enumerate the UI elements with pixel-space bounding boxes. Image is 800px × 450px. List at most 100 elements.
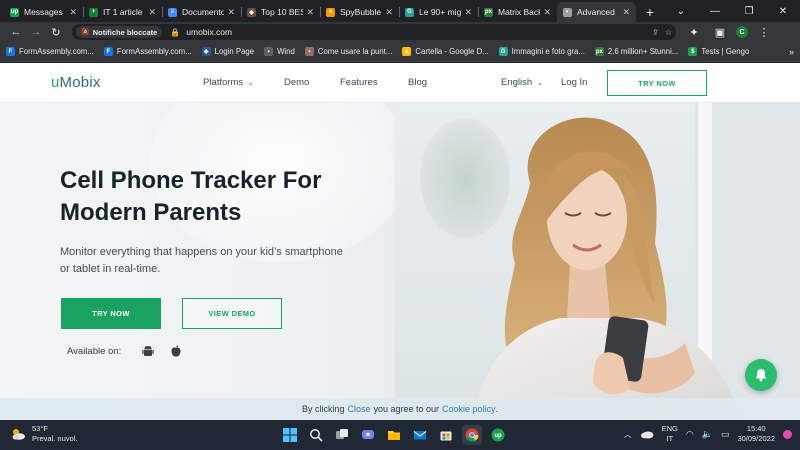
nav-blog[interactable]: Blog xyxy=(408,77,427,88)
bookmark-item[interactable]: ▪ Come usare la punt... xyxy=(304,47,392,56)
bookmark-item[interactable]: ▪ Wind xyxy=(264,47,295,56)
menu-kebab-icon[interactable]: ⋮ xyxy=(754,23,774,41)
clock[interactable]: 15:40 30/09/2022 xyxy=(737,424,775,444)
browser-tab[interactable]: ◆ Top 10 BEST✕ xyxy=(241,2,320,22)
browser-tab[interactable]: px Matrix Back ✕ xyxy=(478,2,557,22)
tab-close-icon[interactable]: ✕ xyxy=(543,7,551,18)
taskbar-search-button[interactable] xyxy=(306,425,326,445)
restore-button[interactable]: ❐ xyxy=(732,0,766,22)
bookmark-item[interactable]: ◆ Login Page xyxy=(201,47,254,56)
url-text: umobix.com xyxy=(186,27,233,37)
nav-platforms[interactable]: Platforms ⌄ xyxy=(203,77,254,88)
input-language-indicator[interactable]: ENG IT xyxy=(662,424,678,444)
share-icon[interactable]: ⇪ xyxy=(652,28,659,37)
bookmark-item[interactable]: F FormAssembly.com... xyxy=(103,47,192,56)
tab-label: Documento xyxy=(182,7,225,17)
mail-button[interactable] xyxy=(410,425,430,445)
language-selector[interactable]: English ⌄ xyxy=(501,77,543,88)
bookmark-label: FormAssembly.com... xyxy=(116,47,192,56)
lock-icon[interactable]: 🔒 xyxy=(170,28,180,37)
tab-favicon-icon: px xyxy=(484,7,493,17)
tab-close-icon[interactable]: ✕ xyxy=(306,7,314,18)
taskbar-apps: up xyxy=(280,425,508,445)
close-window-button[interactable]: ✕ xyxy=(766,0,800,22)
browser-tab[interactable]: ≡ Documento ✕ xyxy=(162,2,241,22)
wifi-icon[interactable]: ◠ xyxy=(686,429,694,440)
chevron-down-icon[interactable]: ⌄ xyxy=(664,0,698,22)
bookmark-item[interactable]: G Immagini e foto gra... xyxy=(498,47,585,56)
onedrive-cloud-icon[interactable] xyxy=(640,429,654,439)
address-bar[interactable]: 🔕 Notifiche bloccate 🔒 umobix.com ⇪ ☆ xyxy=(72,24,676,40)
umobix-logo[interactable]: uMobix xyxy=(51,74,101,91)
hero-headline-line-1: Cell Phone Tracker For xyxy=(60,167,322,194)
hero-headline-line-2: Modern Parents xyxy=(60,199,242,226)
more-bookmarks-icon[interactable]: » xyxy=(789,47,794,57)
start-button[interactable] xyxy=(280,425,300,445)
site-header: uMobix Platforms ⌄ Demo Features Blog En… xyxy=(0,63,800,103)
cookie-close-link[interactable]: Close xyxy=(347,404,370,414)
browser-tab[interactable]: G Le 90+ mig ✕ xyxy=(399,2,478,22)
bookmark-favicon-icon: ▲ xyxy=(402,47,412,56)
file-explorer-button[interactable] xyxy=(384,425,404,445)
cookie-prefix: By clicking xyxy=(301,404,345,414)
tab-close-icon[interactable]: ✕ xyxy=(464,7,472,18)
tray-overflow-chevron-icon[interactable]: ︿ xyxy=(624,429,632,440)
browser-tab[interactable]: + IT 1 article ✕ xyxy=(83,2,162,22)
tab-close-icon[interactable]: ✕ xyxy=(385,7,393,18)
apple-icon[interactable] xyxy=(169,344,183,358)
tab-favicon-icon: up xyxy=(10,7,19,17)
tab-close-icon[interactable]: ✕ xyxy=(227,7,235,18)
system-tray: ︿ ENG IT ◠ 🔈 ▭ 15:40 30/09/2022 xyxy=(624,424,792,444)
teams-chat-button[interactable] xyxy=(358,425,378,445)
clock-date: 30/09/2022 xyxy=(737,434,775,443)
up-app-button[interactable]: up xyxy=(488,425,508,445)
tab-close-icon[interactable]: ✕ xyxy=(148,7,156,18)
bell-icon xyxy=(755,369,767,382)
tab-close-icon[interactable]: ✕ xyxy=(622,7,630,18)
browser-tab[interactable]: ● SpyBubble ✕ xyxy=(320,2,399,22)
hero-view-demo-button[interactable]: VIEW DEMO xyxy=(182,298,282,329)
bookmark-star-icon[interactable]: ☆ xyxy=(665,28,672,37)
bookmark-item[interactable]: ▲ Cartella - Google D... xyxy=(402,47,489,56)
tab-close-icon[interactable]: ✕ xyxy=(69,7,77,18)
header-try-now-button[interactable]: TRY NOW xyxy=(607,70,707,96)
extensions-icon[interactable]: ✦ xyxy=(684,23,704,41)
android-icon[interactable] xyxy=(141,344,155,358)
battery-icon[interactable]: ▭ xyxy=(721,429,730,440)
bookmark-item[interactable]: F FormAssembly.com... xyxy=(6,47,94,56)
side-panel-icon[interactable]: ▣ xyxy=(710,23,730,41)
task-view-button[interactable] xyxy=(332,425,352,445)
weather-temp: 53°F xyxy=(32,424,48,433)
bookmark-item[interactable]: $ Tests | Gengo xyxy=(688,47,749,56)
new-tab-button[interactable]: + xyxy=(640,2,660,22)
mail-icon xyxy=(413,431,427,440)
cookie-policy-link[interactable]: Cookie policy xyxy=(442,404,496,414)
nav-demo[interactable]: Demo xyxy=(284,77,309,88)
nav-features[interactable]: Features xyxy=(340,77,378,88)
task-view-icon xyxy=(336,429,348,439)
chrome-taskbar-button[interactable] xyxy=(462,425,482,445)
notification-center-icon[interactable] xyxy=(783,429,792,439)
back-button[interactable]: ← xyxy=(6,23,26,41)
logo-u: u xyxy=(51,74,60,91)
hero-try-now-button[interactable]: TRY NOW xyxy=(61,298,161,329)
login-link[interactable]: Log In xyxy=(561,77,587,88)
store-button[interactable] xyxy=(436,425,456,445)
volume-icon[interactable]: 🔈 xyxy=(702,429,713,440)
weather-desc: Preval. nuvol. xyxy=(32,434,78,443)
site-permission-chip[interactable]: 🔕 Notifiche bloccate xyxy=(76,26,163,38)
browser-tab[interactable]: up Messages ✕ xyxy=(4,2,83,22)
minimize-button[interactable]: — xyxy=(698,0,732,22)
weather-widget[interactable]: 53°F Preval. nuvol. xyxy=(10,424,77,444)
web-page: Cell Phone Tracker For Modern Parents Mo… xyxy=(0,63,800,420)
bookmark-favicon-icon: ◆ xyxy=(201,47,211,56)
lang-bottom: IT xyxy=(666,434,674,443)
reload-button[interactable]: ↻ xyxy=(46,23,66,41)
hero-subtext-line-1: Monitor everything that happens on your … xyxy=(60,246,343,258)
bookmark-item[interactable]: px 2.6 million+ Stunni... xyxy=(594,47,678,56)
tab-favicon-icon: G xyxy=(405,7,414,17)
profile-avatar[interactable]: C xyxy=(736,26,748,38)
browser-tab[interactable]: ◐ Advanced ✕ xyxy=(557,2,636,22)
forward-button[interactable]: → xyxy=(26,23,46,41)
notification-bell-button[interactable] xyxy=(745,359,777,391)
